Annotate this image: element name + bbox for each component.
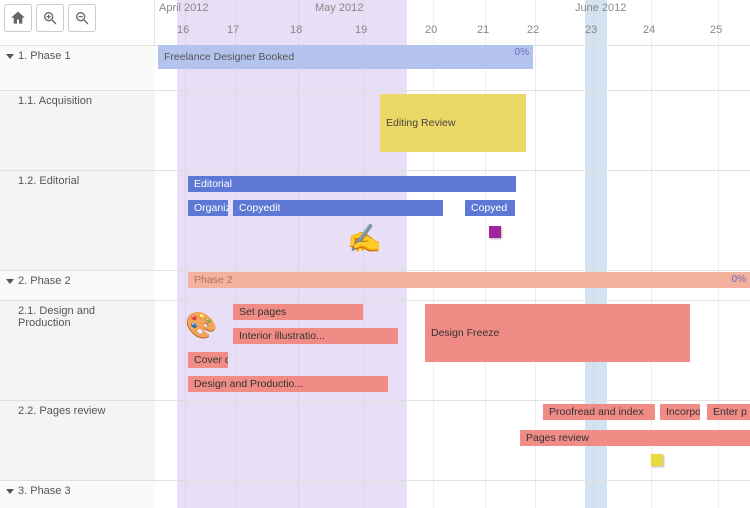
row-divider (155, 300, 750, 301)
row-label-phase3[interactable]: 3. Phase 3 (0, 480, 155, 508)
gantt-bar-label: Cover d (194, 354, 228, 366)
gantt-bar-label: Pages review (526, 432, 589, 444)
zoom-in-icon (42, 10, 58, 26)
row-label-text: 1.2. Editorial (18, 175, 79, 187)
row-labels-sidebar: 1. Phase 1 1.1. Acquisition 1.2. Editorial… (0, 0, 155, 508)
row-divider (155, 90, 750, 91)
toolbar (4, 4, 96, 32)
milestone-marker[interactable] (651, 454, 663, 466)
gantt-bar[interactable]: Copyed (465, 200, 515, 216)
gantt-bar-label: Interior illustratio... (239, 330, 325, 342)
gantt-bar-label: Copyedit (239, 202, 280, 214)
week-label: 20 (425, 24, 437, 36)
gantt-bar-label: Design and Productio... (194, 378, 303, 390)
gantt-chart: April 2012 May 2012 June 2012 16 17 18 19 20 21 2… (0, 0, 750, 508)
row-label-text: 2.2. Pages review (18, 405, 105, 417)
row-label-text: 2. Phase 2 (18, 275, 71, 287)
row-label-edit[interactable]: 1.2. Editorial (0, 170, 155, 270)
collapse-caret-icon[interactable] (6, 54, 14, 59)
week-label: 22 (527, 24, 539, 36)
zoom-out-icon (74, 10, 90, 26)
gantt-bar[interactable]: Interior illustratio... (233, 328, 398, 344)
gantt-bar[interactable]: Enter p (707, 404, 750, 420)
row-divider (155, 480, 750, 481)
timeline-header: April 2012 May 2012 June 2012 16 17 18 19 20 21 2… (155, 0, 750, 45)
gantt-bar-label: Design Freeze (431, 327, 499, 339)
gantt-bar-label: Set pages (239, 306, 286, 318)
week-label: 17 (227, 24, 239, 36)
gantt-bar[interactable]: Design Freeze (425, 304, 690, 362)
gantt-bar[interactable]: Freelance Designer Booked 0% (158, 45, 533, 69)
gantt-bar-label: Phase 2 (194, 274, 233, 286)
gantt-bar-label: Organiz (194, 202, 228, 214)
gantt-bar-label: Proofread and index (549, 406, 644, 418)
row-label-text: 1. Phase 1 (18, 50, 71, 62)
row-label-design[interactable]: 2.1. Design and Production (0, 300, 155, 400)
row-label-phase1[interactable]: 1. Phase 1 (0, 45, 155, 90)
home-icon (10, 10, 26, 26)
gantt-bar-label: Incorpo (666, 406, 700, 418)
row-label-text: 2.1. Design and Production (18, 305, 149, 329)
row-divider (155, 270, 750, 271)
decorative-emoji-icon: 🎨 (185, 310, 217, 341)
month-label: May 2012 (315, 2, 363, 14)
gantt-bar[interactable]: Organiz (188, 200, 228, 216)
week-label: 24 (643, 24, 655, 36)
gantt-bar-label: Editing Review (386, 117, 455, 129)
home-button[interactable] (4, 4, 32, 32)
row-divider (155, 400, 750, 401)
row-label-acq[interactable]: 1.1. Acquisition (0, 90, 155, 170)
week-label: 21 (477, 24, 489, 36)
gantt-bar-label: Copyed (471, 202, 507, 214)
timeline-body[interactable]: Freelance Designer Booked 0% Editing Revie… (155, 45, 750, 508)
gantt-bar[interactable]: Copyedit (233, 200, 443, 216)
week-label: 16 (177, 24, 189, 36)
gantt-bar[interactable]: Editorial (188, 176, 516, 192)
zoom-in-button[interactable] (36, 4, 64, 32)
row-label-phase2[interactable]: 2. Phase 2 (0, 270, 155, 300)
gantt-bar-label: Freelance Designer Booked (164, 51, 294, 63)
gantt-bar[interactable]: Design and Productio... (188, 376, 388, 392)
month-label: June 2012 (575, 2, 626, 14)
row-divider (155, 170, 750, 171)
month-label: April 2012 (159, 2, 209, 14)
gantt-bar[interactable]: Incorpo (660, 404, 700, 420)
week-label: 23 (585, 24, 597, 36)
collapse-caret-icon[interactable] (6, 489, 14, 494)
gantt-bar[interactable]: Cover d (188, 352, 228, 368)
gantt-bar[interactable]: Phase 2 0% (188, 272, 750, 288)
row-label-text: 3. Phase 3 (18, 485, 71, 497)
gantt-bar-label: Editorial (194, 178, 232, 190)
milestone-marker[interactable] (489, 226, 501, 238)
zoom-out-button[interactable] (68, 4, 96, 32)
gantt-bar[interactable]: Proofread and index (543, 404, 655, 420)
decorative-emoji-icon: ✍️ (347, 222, 382, 255)
gantt-bar[interactable]: Editing Review (380, 94, 526, 152)
week-label: 25 (710, 24, 722, 36)
row-label-text: 1.1. Acquisition (18, 95, 92, 107)
week-label: 18 (290, 24, 302, 36)
gantt-bar-label: Enter p (713, 406, 747, 418)
gantt-bar-percent: 0% (732, 274, 746, 285)
gantt-bar[interactable]: Set pages (233, 304, 363, 320)
week-label: 19 (355, 24, 367, 36)
gantt-bar[interactable]: Pages review (520, 430, 750, 446)
gantt-bar-percent: 0% (515, 47, 529, 58)
row-label-pages[interactable]: 2.2. Pages review (0, 400, 155, 480)
collapse-caret-icon[interactable] (6, 279, 14, 284)
